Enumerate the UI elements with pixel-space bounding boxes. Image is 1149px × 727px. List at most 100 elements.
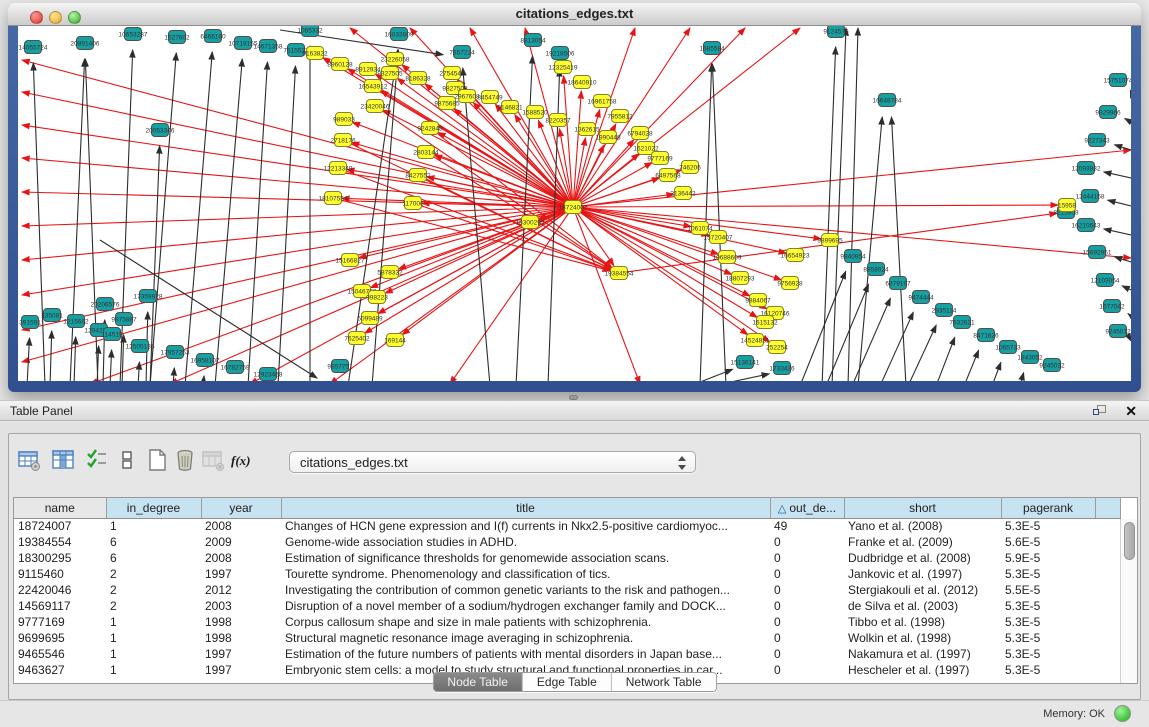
memory-status-led-icon[interactable] bbox=[1114, 705, 1131, 722]
network-node[interactable]: 9327505 bbox=[377, 67, 403, 80]
network-node[interactable]: 9777169 bbox=[647, 152, 673, 165]
network-edge[interactable] bbox=[964, 350, 979, 381]
network-node[interactable]: 1990448 bbox=[595, 131, 621, 144]
network-node[interactable]: 8813054 bbox=[520, 34, 546, 47]
network-node[interactable]: 12093832 bbox=[1072, 162, 1101, 175]
table-row[interactable]: 911546021997Tourette syndrome. Phenomeno… bbox=[14, 566, 1121, 582]
network-edge[interactable] bbox=[173, 368, 174, 381]
network-node[interactable]: 15136141 bbox=[731, 356, 760, 369]
network-node[interactable]: 16033809 bbox=[385, 28, 414, 41]
function-builder-icon[interactable]: f(x) bbox=[229, 448, 253, 472]
network-node[interactable]: 1733426 bbox=[769, 362, 795, 375]
network-edge[interactable] bbox=[1115, 145, 1131, 150]
network-edge[interactable] bbox=[50, 331, 52, 381]
column-header-title[interactable]: title bbox=[281, 498, 770, 518]
table-row[interactable]: 1830029562008Estimation of significance … bbox=[14, 550, 1121, 566]
network-edge[interactable] bbox=[712, 374, 769, 381]
network-node[interactable]: 9884067 bbox=[745, 294, 771, 307]
network-node[interactable]: 8958924 bbox=[863, 263, 889, 276]
column-chooser-icon[interactable] bbox=[51, 448, 75, 472]
network-node[interactable]: 9756928 bbox=[777, 277, 803, 290]
network-node[interactable]: 9245012 bbox=[1105, 325, 1131, 338]
network-node[interactable]: 15166827 bbox=[336, 254, 365, 267]
network-node[interactable]: 9840954 bbox=[840, 250, 866, 263]
network-node[interactable]: 9474444 bbox=[908, 291, 934, 304]
network-node[interactable]: 1065733 bbox=[995, 341, 1021, 354]
network-node[interactable]: 15751074 bbox=[1104, 74, 1131, 87]
network-edge[interactable] bbox=[1130, 90, 1131, 92]
network-node[interactable]: 9227343 bbox=[1084, 134, 1110, 147]
table-row[interactable]: 946554611997Estimation of the future num… bbox=[14, 646, 1121, 662]
scrollbar-thumb[interactable] bbox=[1124, 522, 1135, 560]
network-node[interactable]: 20891406 bbox=[71, 37, 100, 50]
network-node[interactable]: 12444158 bbox=[1076, 190, 1105, 203]
network-edge[interactable] bbox=[278, 66, 296, 381]
network-node[interactable]: 7857224 bbox=[449, 46, 475, 59]
network-node[interactable]: 8960128 bbox=[327, 58, 353, 71]
network-edge[interactable] bbox=[33, 63, 45, 381]
table-row[interactable]: 1456911722003Disruption of a novel membe… bbox=[14, 598, 1121, 614]
network-edge[interactable] bbox=[434, 155, 573, 207]
network-node[interactable]: 2935114 bbox=[932, 304, 957, 317]
network-edge[interactable] bbox=[203, 376, 204, 381]
table-row[interactable]: 1872400712008Changes of HCN gene express… bbox=[14, 518, 1121, 534]
network-node[interactable]: 16782759 bbox=[221, 361, 250, 374]
network-node[interactable]: 169144 bbox=[384, 334, 406, 347]
network-node[interactable]: 23226058 bbox=[381, 53, 410, 66]
network-node[interactable]: 9245032 bbox=[1039, 359, 1065, 372]
network-edge[interactable] bbox=[122, 335, 124, 381]
network-node[interactable]: 16648784 bbox=[873, 94, 902, 107]
table-settings-icon[interactable] bbox=[17, 448, 41, 472]
network-node[interactable]: 6497568 bbox=[655, 169, 681, 182]
network-node[interactable]: 10688609 bbox=[713, 251, 742, 264]
network-node[interactable]: 7632621 bbox=[949, 316, 975, 329]
tab-network-table[interactable]: Network Table bbox=[612, 673, 716, 691]
network-edge[interactable] bbox=[338, 168, 611, 270]
table-row[interactable]: 969969511998Structural magnetic resonanc… bbox=[14, 630, 1121, 646]
network-node[interactable]: 16961758 bbox=[588, 95, 617, 108]
network-node[interactable]: 746206 bbox=[679, 161, 701, 174]
network-edge[interactable] bbox=[248, 62, 267, 381]
network-node[interactable]: 17359928 bbox=[134, 290, 163, 303]
network-edge[interactable] bbox=[22, 92, 573, 207]
network-edge[interactable] bbox=[848, 28, 858, 381]
tab-node-table[interactable]: Node Table bbox=[433, 673, 523, 691]
merge-rows-icon[interactable] bbox=[115, 448, 139, 472]
network-edge[interactable] bbox=[573, 91, 581, 207]
network-edge[interactable] bbox=[22, 207, 573, 295]
network-node[interactable]: 1677042 bbox=[1099, 300, 1125, 313]
column-header-year[interactable]: year bbox=[201, 498, 281, 518]
network-edge[interactable] bbox=[70, 59, 85, 381]
network-node[interactable]: 6879197 bbox=[885, 277, 911, 290]
float-window-icon[interactable] bbox=[1093, 405, 1107, 417]
network-node[interactable]: 7625402 bbox=[344, 332, 370, 345]
network-node[interactable]: 9899695 bbox=[817, 234, 843, 247]
network-node[interactable]: 2136442 bbox=[670, 187, 696, 200]
network-edge[interactable] bbox=[74, 337, 76, 381]
network-edge[interactable] bbox=[1108, 200, 1131, 206]
network-node[interactable]: 8186328 bbox=[405, 72, 431, 85]
network-node[interactable]: 9975887 bbox=[111, 313, 137, 326]
network-edge[interactable] bbox=[573, 28, 745, 207]
network-node[interactable]: 14055724 bbox=[19, 41, 48, 54]
network-node[interactable]: 391591 bbox=[19, 316, 41, 329]
network-node[interactable]: 14671358 bbox=[254, 40, 283, 53]
table-row[interactable]: 2242004622012Investigating the contribut… bbox=[14, 582, 1121, 598]
network-node[interactable]: 18107554 bbox=[319, 192, 348, 205]
network-node[interactable]: 989033 bbox=[333, 113, 355, 126]
new-table-icon[interactable] bbox=[145, 448, 169, 472]
column-header-short[interactable]: short bbox=[844, 498, 1001, 518]
network-edge[interactable] bbox=[185, 52, 212, 381]
network-node[interactable]: 12213349 bbox=[324, 162, 353, 175]
network-edge[interactable] bbox=[1104, 229, 1131, 235]
network-node[interactable]: 12505135 bbox=[126, 340, 155, 353]
table-row[interactable]: 977716911998Corpus callosum shape and si… bbox=[14, 614, 1121, 630]
column-header-in-degree[interactable]: in_degree bbox=[106, 498, 201, 518]
table-row[interactable]: 1938455462009Genome-wide association stu… bbox=[14, 534, 1121, 550]
network-edge[interactable] bbox=[908, 325, 936, 381]
network-edge[interactable] bbox=[1104, 172, 1131, 178]
network-edge[interactable] bbox=[822, 47, 836, 381]
network-node[interactable]: 23420046 bbox=[361, 100, 390, 113]
network-edge[interactable] bbox=[891, 117, 906, 381]
network-edge[interactable] bbox=[381, 91, 573, 207]
